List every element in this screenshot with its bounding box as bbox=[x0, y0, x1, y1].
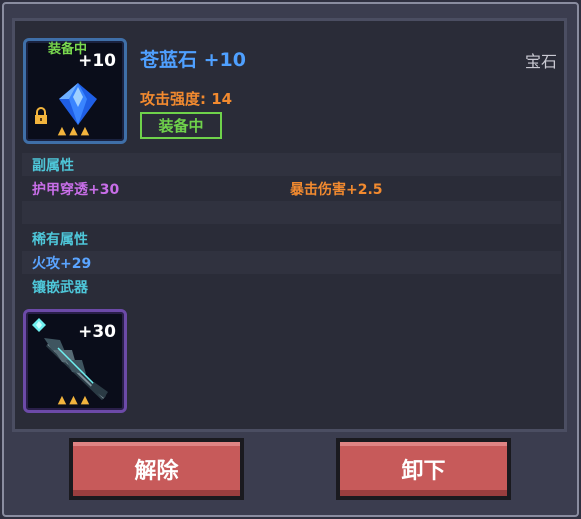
gem-item-slot[interactable]: 装备中 +10 ▲▲▲ bbox=[23, 38, 127, 144]
secondary-attr-header-row: 副属性 bbox=[22, 153, 561, 176]
lock-icon bbox=[35, 107, 47, 124]
rare-attr-row: 火攻+29 bbox=[22, 251, 561, 274]
weapon-star-rating: ▲▲▲ bbox=[57, 393, 93, 406]
armor-penetration-stat: 护甲穿透+30 bbox=[32, 181, 120, 198]
rare-attr-header-row: 稀有属性 bbox=[22, 227, 561, 250]
gem-level-label: +10 bbox=[78, 51, 116, 71]
item-category: 宝石 bbox=[524, 52, 557, 71]
secondary-attr-header: 副属性 bbox=[32, 157, 74, 174]
item-name: 苍蓝石 +10 bbox=[140, 49, 246, 71]
socket-header-row: 镶嵌武器 bbox=[22, 275, 561, 298]
rare-attr-header: 稀有属性 bbox=[32, 231, 88, 248]
equipped-status-badge: 装备中 bbox=[140, 112, 222, 139]
blue-gem-icon bbox=[59, 83, 97, 125]
fire-attack-stat: 火攻+29 bbox=[32, 255, 92, 272]
socketed-weapon-slot[interactable]: +30 ▲▲▲ bbox=[23, 309, 127, 413]
remove-button[interactable]: 解除 bbox=[69, 438, 244, 500]
secondary-attr-row: 护甲穿透+30 暴击伤害+2.5 bbox=[22, 177, 561, 200]
socketed-weapon-header: 镶嵌武器 bbox=[32, 279, 88, 296]
crit-damage-stat: 暴击伤害+2.5 bbox=[290, 181, 383, 198]
gem-star-rating: ▲▲▲ bbox=[57, 124, 93, 137]
empty-row bbox=[22, 201, 561, 224]
unequip-button[interactable]: 卸下 bbox=[336, 438, 511, 500]
trident-weapon-icon bbox=[44, 338, 108, 400]
attack-stat: 攻击强度: 14 bbox=[140, 90, 233, 108]
